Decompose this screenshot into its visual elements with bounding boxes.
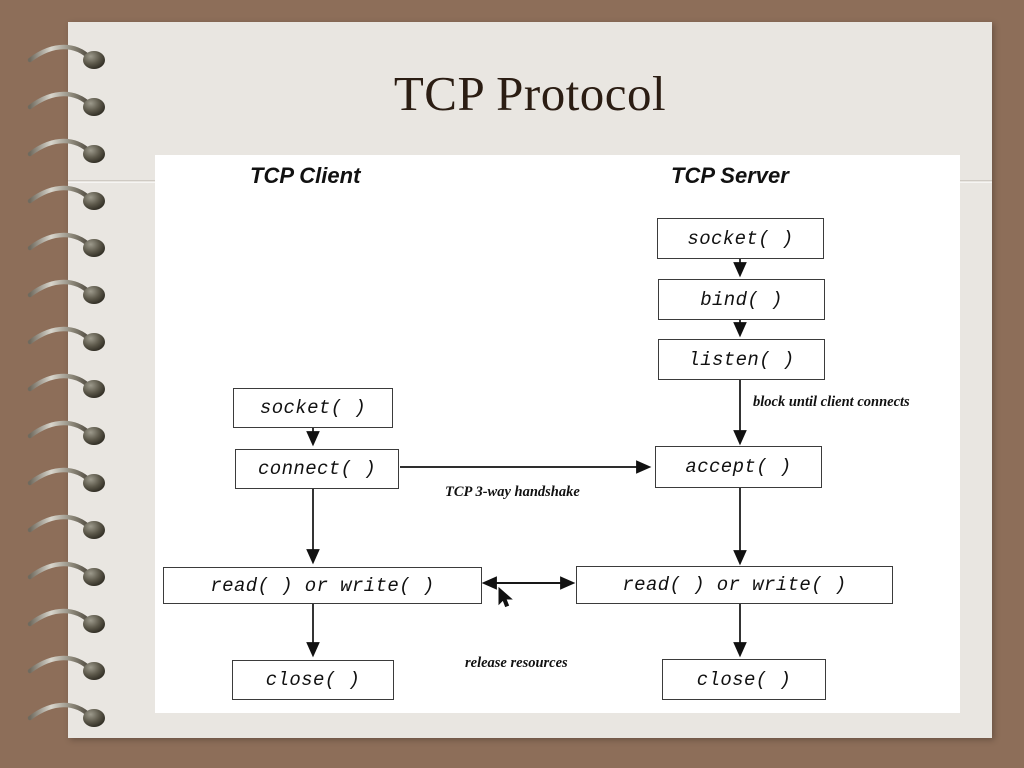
- node-server-listen[interactable]: listen( ): [658, 339, 825, 380]
- mouse-pointer-icon: [498, 587, 513, 608]
- diagram-canvas: server rw (data exchange) --> TCP Client…: [155, 155, 960, 713]
- annotation-block-until-client-connects: block until client connects: [753, 394, 910, 410]
- node-server-accept[interactable]: accept( ): [655, 446, 822, 488]
- node-client-connect[interactable]: connect( ): [235, 449, 399, 489]
- node-server-socket[interactable]: socket( ): [657, 218, 824, 259]
- node-client-read-write[interactable]: read( ) or write( ): [163, 567, 482, 604]
- column-header-client: TCP Client: [250, 163, 361, 188]
- page-title: TCP Protocol: [393, 66, 667, 121]
- annotation-tcp-3-way-handshake: TCP 3-way handshake: [445, 484, 580, 500]
- node-client-socket[interactable]: socket( ): [233, 388, 393, 428]
- node-server-read-write[interactable]: read( ) or write( ): [576, 566, 893, 604]
- node-server-bind[interactable]: bind( ): [658, 279, 825, 320]
- annotation-release-resources: release resources: [465, 655, 568, 671]
- column-header-server: TCP Server: [671, 163, 789, 188]
- connector-layer: server rw (data exchange) -->: [306, 258, 747, 658]
- node-server-close[interactable]: close( ): [662, 659, 826, 700]
- node-client-close[interactable]: close( ): [232, 660, 394, 700]
